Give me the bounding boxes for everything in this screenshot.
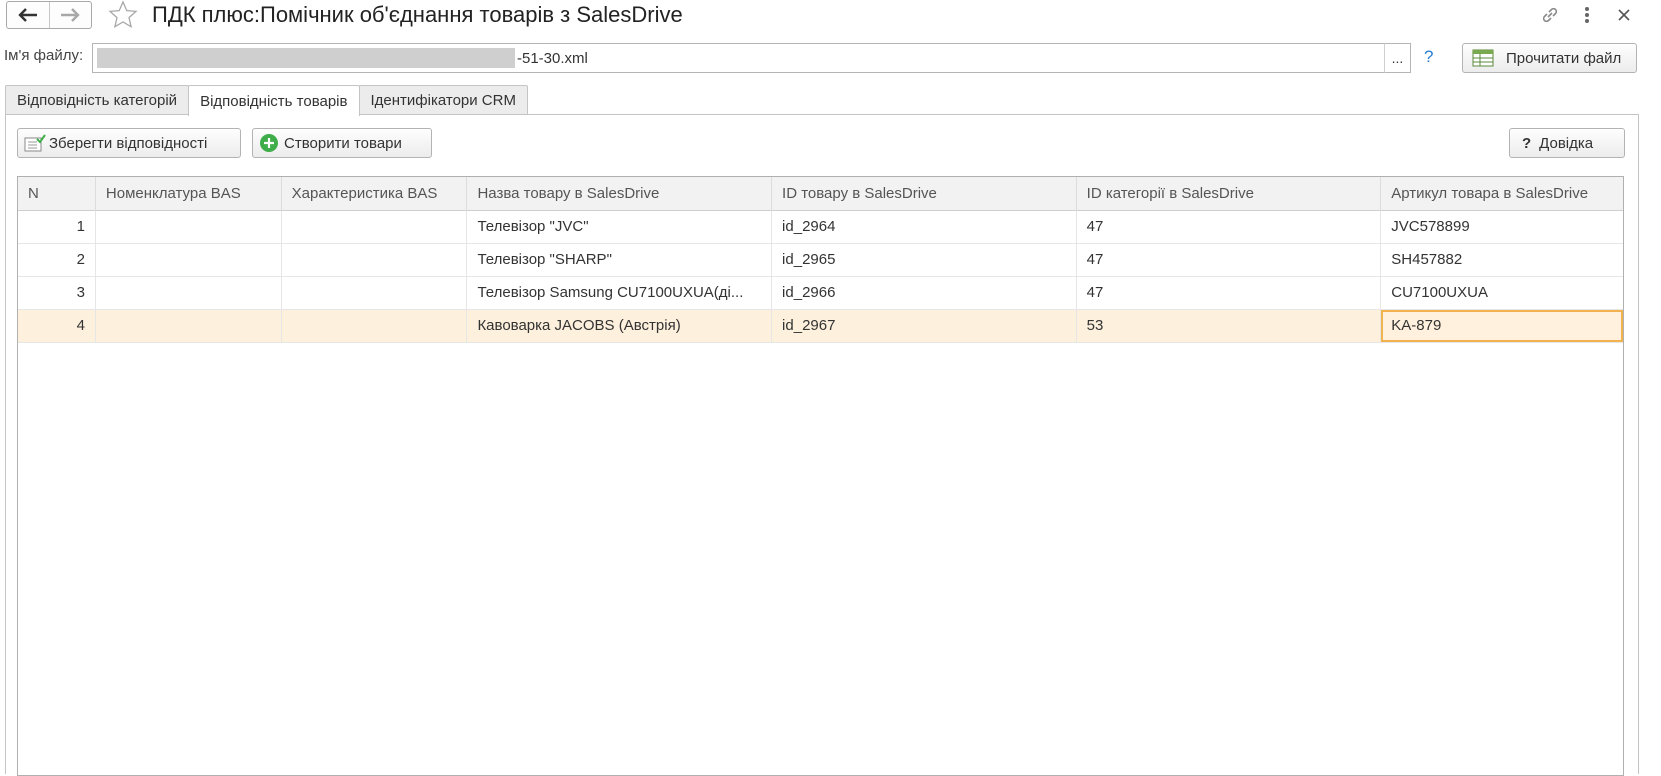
cell-bas-characteristic[interactable] [282,211,468,243]
column-header-product-id[interactable]: ID товару в SalesDrive [772,177,1077,211]
link-icon[interactable] [1539,4,1561,26]
cell-product-name[interactable]: Телевізор "JVC" [467,211,773,243]
cell-n: 1 [18,211,96,243]
cell-bas-nomenclature[interactable] [96,244,282,276]
browse-file-button[interactable]: ... [1384,43,1411,73]
cell-category-id[interactable]: 47 [1077,244,1382,276]
arrow-left-icon [18,8,37,22]
column-header-category-id[interactable]: ID категорії в SalesDrive [1077,177,1382,211]
help-link[interactable]: ? [1424,47,1433,67]
cell-product-id[interactable]: id_2965 [772,244,1077,276]
products-table[interactable]: N Номенклатура BAS Характеристика BAS На… [17,176,1624,776]
cell-category-id[interactable]: 47 [1077,211,1382,243]
cell-product-name[interactable]: Телевізор "SHARP" [467,244,773,276]
save-mapping-button[interactable]: Зберегти відповідності [17,128,241,158]
cell-product-id[interactable]: id_2966 [772,277,1077,309]
cell-n: 2 [18,244,96,276]
help-question-icon: ? [1522,134,1532,152]
read-file-label: Прочитати файл [1506,49,1622,67]
help-button-label: Довідка [1539,134,1594,152]
cell-article[interactable]: JVC578899 [1381,211,1623,243]
cell-product-name[interactable]: Телевізор Samsung CU7100UXUA(ді... [467,277,773,309]
tab-product-mapping[interactable]: Відповідність товарів [188,85,360,116]
column-header-article[interactable]: Артикул товара в SalesDrive [1381,177,1623,211]
table-row[interactable]: 3 Телевізор Samsung CU7100UXUA(ді... id_… [18,277,1623,310]
close-icon[interactable] [1613,4,1635,26]
window-title: ПДК плюс:Помічник об'єднання товарів з S… [152,2,683,27]
cell-category-id[interactable]: 47 [1077,277,1382,309]
cell-bas-nomenclature[interactable] [96,277,282,309]
file-name-input[interactable]: -51-30.xml [92,43,1410,73]
column-header-bas-characteristic[interactable]: Характеристика BAS [282,177,468,211]
table-row[interactable]: 2 Телевізор "SHARP" id_2965 47 SH457882 [18,244,1623,277]
cell-article[interactable]: SH457882 [1381,244,1623,276]
column-header-product-name[interactable]: Назва товару в SalesDrive [467,177,773,211]
plus-circle-icon [260,134,278,152]
tab-bar: Відповідність категорій Відповідність то… [5,85,528,116]
cell-category-id[interactable]: 53 [1077,310,1382,342]
cell-n: 4 [18,310,96,342]
cell-product-id[interactable]: id_2967 [772,310,1077,342]
cell-product-name[interactable]: Кавоварка JACOBS (Австрія) [467,310,773,342]
read-file-button[interactable]: Прочитати файл [1462,43,1637,73]
cell-bas-nomenclature[interactable] [96,310,282,342]
tab-crm-identifiers[interactable]: Ідентифікатори CRM [358,85,528,115]
redacted-path [97,48,515,68]
cell-product-id[interactable]: id_2964 [772,211,1077,243]
save-mapping-label: Зберегти відповідності [49,134,208,152]
tab-category-mapping[interactable]: Відповідність категорій [5,85,190,115]
file-name-label: Ім'я файлу: [4,47,84,64]
checklist-icon [24,134,46,152]
forward-button[interactable] [48,2,91,28]
cell-bas-characteristic[interactable] [282,277,468,309]
back-button[interactable] [7,2,49,28]
cell-article[interactable]: CU7100UXUA [1381,277,1623,309]
cell-bas-characteristic[interactable] [282,310,468,342]
column-header-n[interactable]: N [18,177,96,211]
table-row-selected[interactable]: 4 Кавоварка JACOBS (Австрія) id_2967 53 … [18,310,1623,343]
cell-article-focused[interactable]: KA-879 [1381,310,1623,342]
create-products-button[interactable]: Створити товари [252,128,432,158]
more-vertical-icon[interactable] [1576,4,1598,26]
star-icon[interactable] [108,0,138,30]
help-button[interactable]: ? Довідка [1509,128,1625,158]
cell-bas-characteristic[interactable] [282,244,468,276]
cell-n: 3 [18,277,96,309]
navigation-buttons [6,1,92,29]
create-products-label: Створити товари [284,134,402,152]
table-row[interactable]: 1 Телевізор "JVC" id_2964 47 JVC578899 [18,211,1623,244]
cell-bas-nomenclature[interactable] [96,211,282,243]
file-name-value: -51-30.xml [517,50,588,67]
table-header: N Номенклатура BAS Характеристика BAS На… [18,177,1623,211]
arrow-right-icon [61,8,81,22]
column-header-bas-nomenclature[interactable]: Номенклатура BAS [96,177,282,211]
table-icon [1472,49,1494,67]
